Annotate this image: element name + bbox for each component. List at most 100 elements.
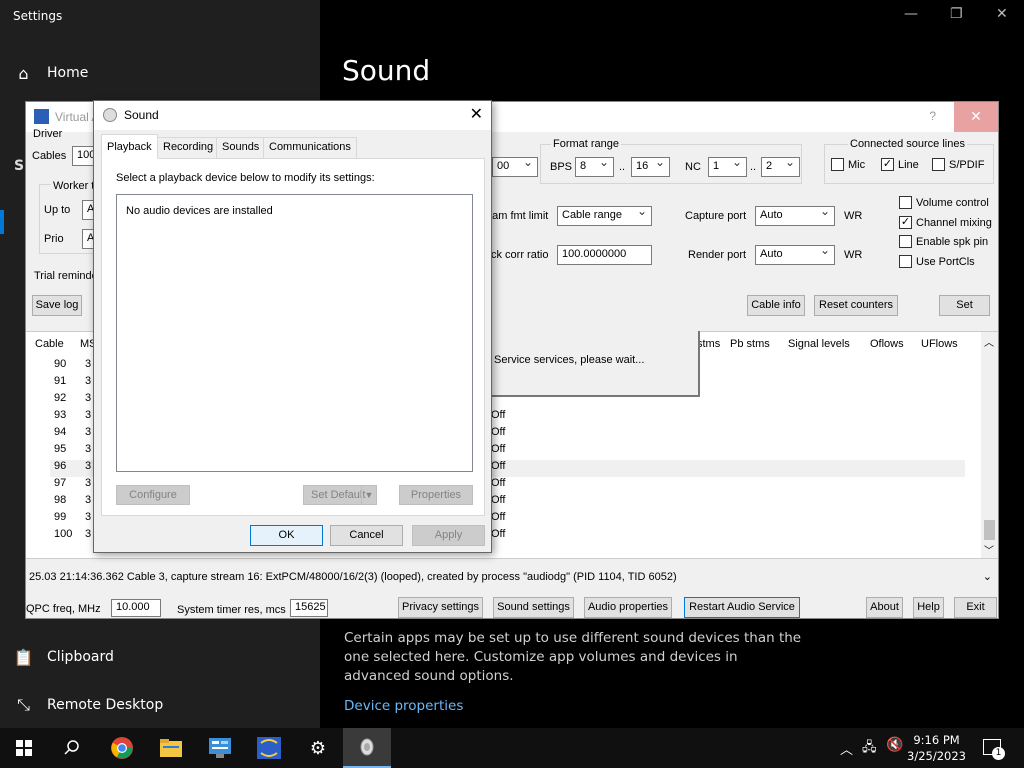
tray-chevron-icon[interactable]: ︿ [840, 739, 853, 758]
col-cable[interactable]: Cable [35, 338, 64, 350]
playback-instruction: Select a playback device below to modify… [116, 172, 375, 184]
search-icon[interactable] [48, 728, 96, 768]
spdif-checkbox[interactable]: S/PDIF [932, 158, 984, 171]
timer-res-label: System timer res, mcs [177, 604, 286, 616]
table-row-cable-number[interactable]: 92 [54, 392, 66, 404]
audio-properties-button[interactable]: Audio properties [584, 597, 672, 618]
sidebar-active-indicator [0, 210, 4, 234]
scroll-thumb[interactable] [984, 520, 995, 540]
sound-taskbar-icon[interactable] [343, 728, 391, 768]
bps-min-combo[interactable]: 8 [575, 155, 614, 177]
privacy-settings-button[interactable]: Privacy settings [398, 597, 483, 618]
trial-reminder-label: Trial reminde [34, 270, 98, 282]
enable-spk-pin-checkbox[interactable]: Enable spk pin [899, 235, 988, 248]
sample-rate-combo[interactable]: 00 [492, 155, 538, 177]
sidebar-item-remote-desktop[interactable]: ⤡ Remote Desktop [0, 685, 320, 725]
taskbar: ⚙ ︿ 🖧 🔇 9:16 PM 3/25/2023 1 [0, 728, 1024, 768]
clipboard-icon: 📋 [13, 647, 34, 667]
exit-button[interactable]: Exit [954, 597, 997, 618]
col-pb-stms[interactable]: Pb stms [730, 338, 770, 350]
about-button[interactable]: About [866, 597, 903, 618]
mic-checkbox[interactable]: Mic [831, 158, 865, 171]
cable-info-button[interactable]: Cable info [747, 295, 805, 316]
configure-button[interactable]: Configure [116, 485, 190, 505]
table-row-cable-number[interactable]: 95 [54, 443, 66, 455]
tab-communications[interactable]: Communications [263, 137, 357, 158]
vac-taskbar-icon[interactable] [245, 728, 293, 768]
set-default-button[interactable]: Set Default ▼ [303, 485, 377, 505]
playback-device-list[interactable]: No audio devices are installed [116, 194, 473, 472]
table-row-cable-number[interactable]: 94 [54, 426, 66, 438]
table-row-cable-number[interactable]: 93 [54, 409, 66, 421]
table-row-ms: 3 [85, 443, 92, 455]
set-default-dropdown-icon[interactable]: ▼ [361, 486, 376, 504]
channel-mixing-checkbox[interactable]: ✓ Channel mixing [899, 216, 992, 229]
chrome-icon[interactable] [98, 728, 146, 768]
col-stms-partial[interactable]: stms [697, 338, 720, 350]
col-uflows[interactable]: UFlows [921, 338, 958, 350]
ok-button[interactable]: OK [250, 525, 323, 546]
scroll-up-icon[interactable]: ︿ [984, 334, 994, 349]
restart-audio-service-button[interactable]: Restart Audio Service [684, 597, 800, 618]
tab-playback[interactable]: Playback [101, 134, 158, 159]
bps-max-combo[interactable]: 16 [631, 155, 670, 177]
volume-muted-icon[interactable]: 🔇 [886, 737, 903, 753]
col-oflows[interactable]: Oflows [870, 338, 904, 350]
cancel-button[interactable]: Cancel [330, 525, 403, 546]
file-explorer-icon[interactable] [147, 728, 195, 768]
use-portcls-checkbox[interactable]: Use PortCls [899, 255, 975, 268]
driver-group-label: Driver [33, 128, 63, 140]
help-button[interactable]: Help [913, 597, 944, 618]
nc-max-combo[interactable]: 2 [761, 155, 800, 177]
line-checkbox[interactable]: ✓ Line [881, 158, 919, 171]
windows-start-icon[interactable] [0, 728, 48, 768]
close-icon[interactable]: ✕ [996, 6, 1008, 22]
table-row-cable-number[interactable]: 91 [54, 375, 66, 387]
nc-label: NC [685, 161, 701, 173]
capture-port-combo[interactable]: Auto [755, 204, 835, 226]
col-signal-levels[interactable]: Signal levels [788, 338, 850, 350]
stream-fmt-limit-combo[interactable]: Cable range [557, 204, 652, 226]
save-log-button[interactable]: Save log [32, 295, 82, 316]
status-line: 25.03 21:14:36.362 Cable 3, capture stre… [29, 571, 677, 583]
properties-button[interactable]: Properties [399, 485, 473, 505]
nc-range-separator: .. [750, 161, 757, 173]
taskbar-clock[interactable]: 9:16 PM 3/25/2023 [907, 732, 966, 764]
sound-settings-button[interactable]: Sound settings [493, 597, 574, 618]
scroll-down-icon[interactable]: ﹀ [984, 542, 994, 557]
table-row-cable-number[interactable]: 97 [54, 477, 66, 489]
clock-date: 3/25/2023 [907, 749, 966, 763]
sidebar-item-home[interactable]: ⌂ Home [0, 53, 320, 93]
minimize-icon[interactable]: — [904, 6, 918, 22]
settings-gear-icon[interactable]: ⚙ [294, 728, 342, 768]
tab-recording[interactable]: Recording [157, 137, 220, 158]
list-scrollbar[interactable]: ︿ ﹀ [981, 332, 998, 558]
control-panel-icon[interactable] [196, 728, 244, 768]
status-dropdown-icon[interactable]: ⌄ [983, 570, 992, 583]
vac-close-button[interactable]: ✕ [954, 102, 998, 132]
reset-counters-button[interactable]: Reset counters [814, 295, 898, 316]
tab-sounds[interactable]: Sounds [216, 137, 266, 158]
volume-control-checkbox[interactable]: Volume control [899, 196, 989, 209]
table-row-state: Off [491, 409, 506, 421]
nc-min-combo[interactable]: 1 [708, 155, 747, 177]
table-row-cable-number[interactable]: 99 [54, 511, 66, 523]
maximize-icon[interactable]: ❐ [950, 6, 963, 22]
network-icon[interactable]: 🖧 [862, 738, 877, 760]
table-row-ms: 3 [85, 358, 92, 370]
device-properties-link[interactable]: Device properties [344, 698, 463, 714]
clock-corr-input[interactable]: 100.0000000 [557, 245, 652, 265]
notification-center-icon[interactable]: 1 [983, 739, 1005, 760]
table-row-cable-number[interactable]: 96 [54, 460, 66, 472]
apply-button[interactable]: Apply [412, 525, 485, 546]
table-row-cable-number[interactable]: 90 [54, 358, 66, 370]
render-port-combo[interactable]: Auto [755, 243, 835, 265]
close-icon[interactable]: ✕ [470, 104, 483, 124]
table-row-cable-number[interactable]: 100 [54, 528, 72, 540]
capture-port-label: Capture port [685, 210, 747, 222]
vac-help-button[interactable]: ? [929, 109, 936, 123]
set-button[interactable]: Set [939, 295, 990, 316]
table-row-cable-number[interactable]: 98 [54, 494, 66, 506]
sidebar-item-clipboard[interactable]: 📋 Clipboard [0, 637, 320, 677]
notification-count-badge: 1 [992, 747, 1005, 760]
